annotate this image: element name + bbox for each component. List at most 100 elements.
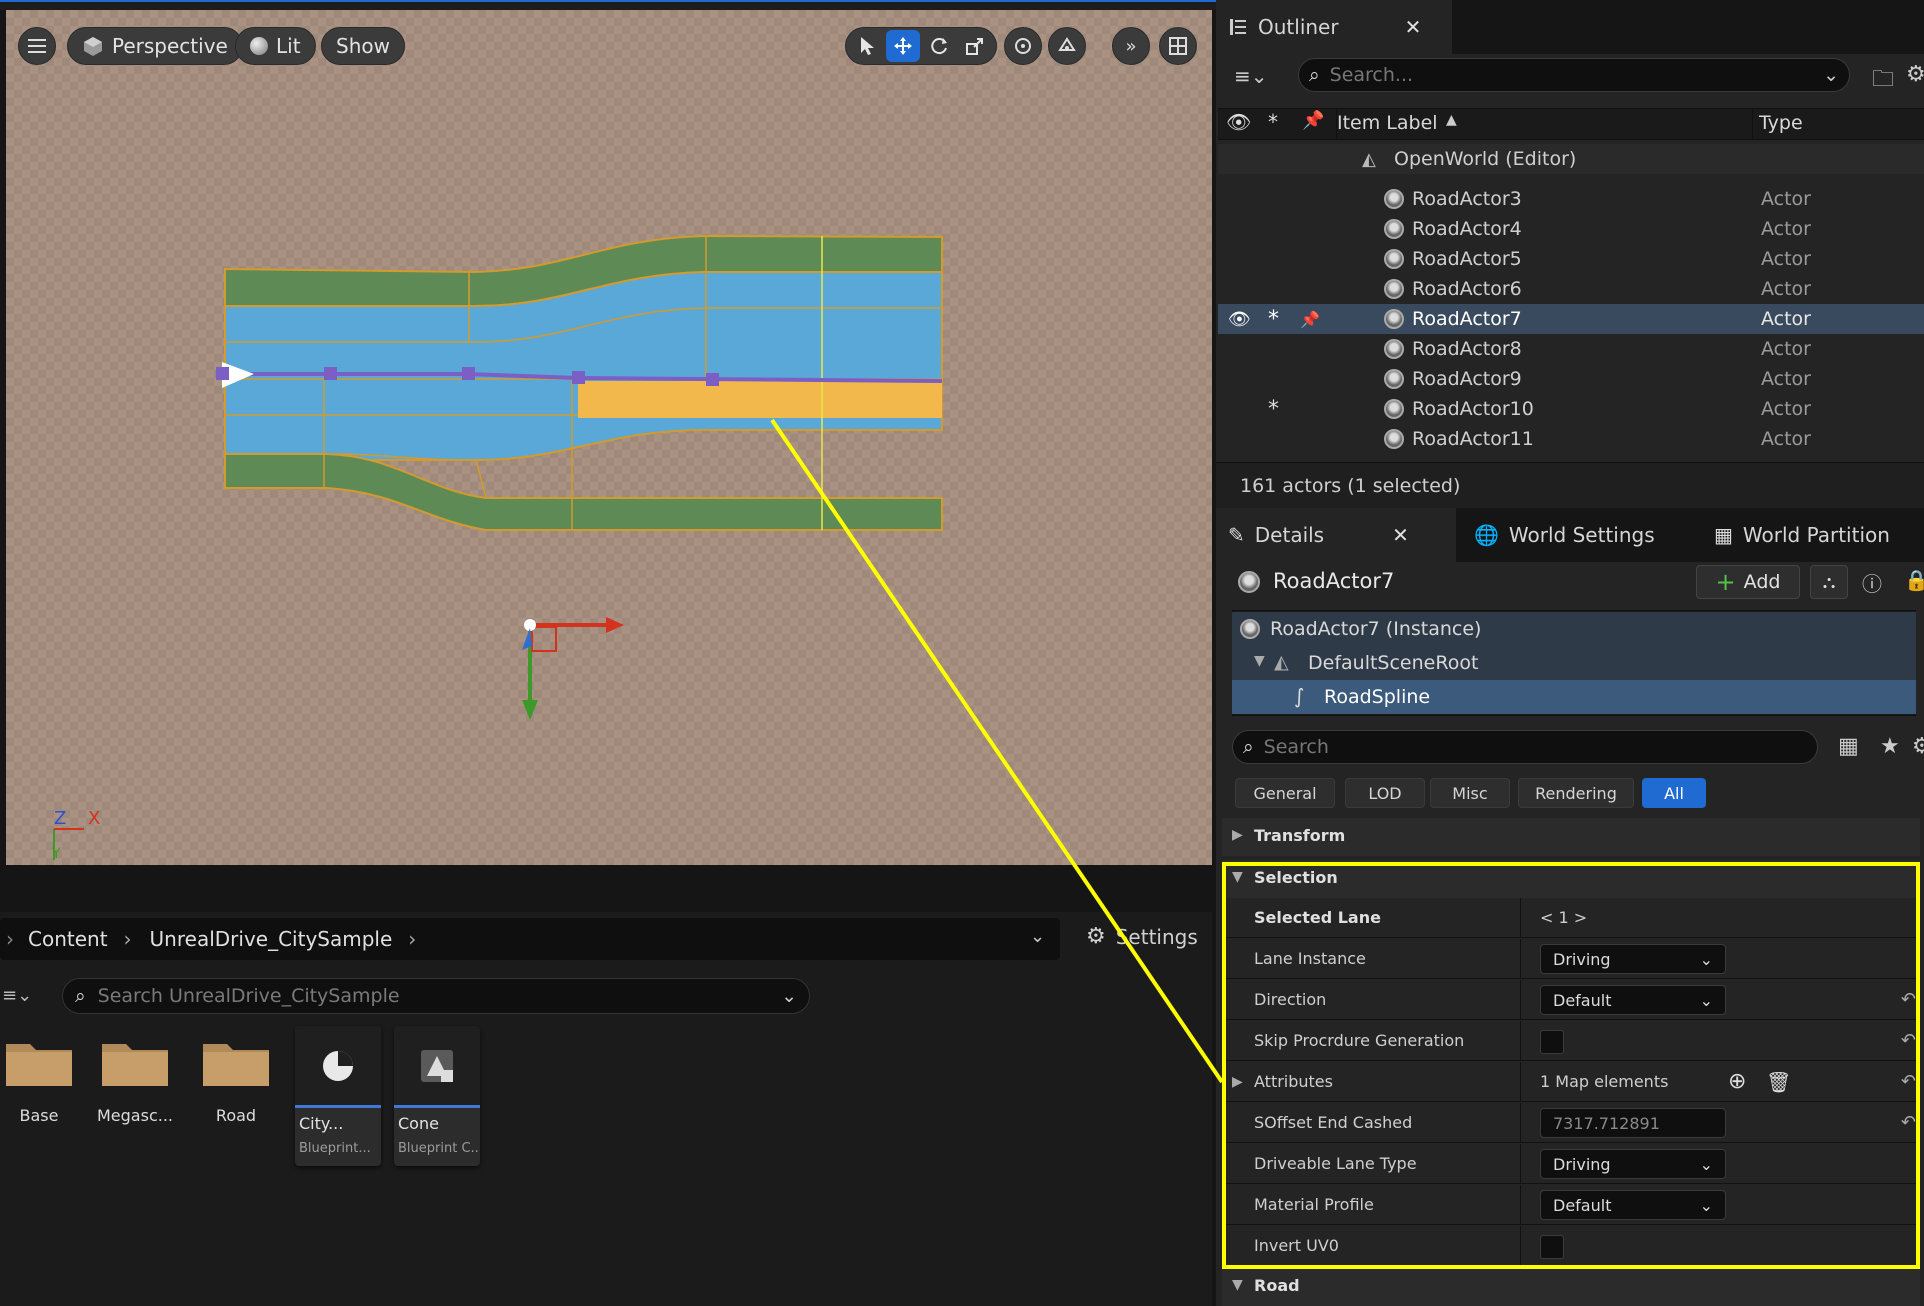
content-search-input[interactable]: ⌕ Search UnrealDrive_CitySample ⌄ (62, 978, 810, 1014)
folder-megascans[interactable]: Megasc... (92, 1024, 178, 1125)
outliner-row[interactable]: RoadActor5 Actor (1218, 244, 1924, 274)
outliner-row-selected[interactable]: 👁 * 📌 RoadActor7 Actor (1218, 304, 1924, 334)
folder-icon (6, 1044, 72, 1086)
tab-details[interactable]: ✎ Details ✕ (1216, 508, 1456, 562)
prop-invert-uv0: Invert UV0 (1222, 1226, 1920, 1266)
reset-arrow-icon[interactable]: ↶ (1901, 1030, 1916, 1051)
help-icon[interactable]: ⓘ (1862, 568, 1882, 597)
tab-outliner[interactable]: Outliner ✕ (1216, 0, 1452, 54)
outliner-filter-button[interactable]: ≡⌄ (1234, 64, 1268, 88)
lane-instance-combo[interactable]: Driving ⌄ (1540, 944, 1726, 974)
eye-icon[interactable]: 👁 (1228, 309, 1251, 330)
component-row-root[interactable]: ▼ ◭ DefaultSceneRoot (1232, 646, 1916, 680)
add-element-icon[interactable]: ⊕ (1728, 1069, 1746, 1094)
reset-arrow-icon[interactable]: ↶ (1901, 1071, 1916, 1092)
col-type[interactable]: Type (1759, 112, 1803, 134)
road-scene[interactable] (6, 10, 1212, 865)
pin-icon[interactable]: 📌 (1302, 110, 1324, 131)
outliner-row[interactable]: RoadActor3 Actor (1218, 184, 1924, 214)
filter-icon[interactable]: ≡⌄ (2, 985, 32, 1006)
star-icon[interactable]: ★ (1880, 734, 1900, 759)
details-search-input[interactable]: ⌕ Search (1232, 730, 1818, 764)
lane-stepper[interactable]: < 1 > (1540, 908, 1587, 927)
surface-snap-button[interactable] (1048, 27, 1086, 65)
outliner-row[interactable]: RoadActor6 Actor (1218, 274, 1924, 304)
chevron-right-icon: › (6, 927, 14, 951)
outliner-row[interactable]: * RoadActor10 Actor (1218, 394, 1924, 424)
breadcrumb-item-citysample[interactable]: UnrealDrive_CitySample › (150, 927, 417, 951)
outliner-search-input[interactable]: ⌕ Search... ⌄ (1298, 58, 1850, 92)
eye-icon[interactable]: 👁 (1226, 110, 1251, 134)
move-icon[interactable] (886, 30, 920, 62)
filter-misc[interactable]: Misc (1430, 778, 1510, 808)
snap-icon (1015, 38, 1031, 54)
direction-combo[interactable]: Default ⌄ (1540, 985, 1726, 1015)
triangle-down-icon[interactable]: ▼ (1254, 653, 1265, 669)
star-icon[interactable]: * (1268, 307, 1279, 332)
layout-button[interactable] (1159, 27, 1197, 65)
show-button[interactable]: Show (321, 27, 405, 65)
outliner-row[interactable]: RoadActor11 Actor (1218, 424, 1924, 454)
history-dropdown-icon[interactable]: ⌄ (1030, 926, 1045, 947)
asset-tile-city[interactable]: City... Blueprint... (295, 1026, 381, 1166)
perspective-button[interactable]: Perspective (67, 27, 243, 65)
world-row[interactable]: ◭ OpenWorld (Editor) (1218, 144, 1924, 174)
soffset-field[interactable]: 7317.712891 (1540, 1108, 1726, 1138)
rotate-icon[interactable] (922, 30, 956, 62)
driveable-combo[interactable]: Driving ⌄ (1540, 1149, 1726, 1179)
material-combo[interactable]: Default ⌄ (1540, 1190, 1726, 1220)
chevron-down-icon: ⌄ (1699, 1195, 1713, 1215)
pin-icon[interactable]: 📌 (1300, 310, 1320, 329)
actor-name[interactable]: RoadActor7 (1273, 569, 1394, 593)
reset-arrow-icon[interactable]: ↶ (1901, 1112, 1916, 1133)
scale-icon[interactable] (958, 30, 992, 62)
section-transform[interactable]: ▶ Transform (1222, 818, 1920, 856)
invert-uv0-checkbox[interactable] (1540, 1235, 1564, 1259)
close-icon[interactable]: ✕ (1392, 523, 1409, 547)
asset-tile-cone[interactable]: Cone Blueprint C... (394, 1026, 480, 1166)
lit-button[interactable]: Lit (235, 27, 316, 65)
folder-base[interactable]: Base (0, 1024, 82, 1125)
reset-arrow-icon[interactable]: ↶ (1901, 989, 1916, 1010)
section-road[interactable]: ▼ Road (1222, 1268, 1920, 1306)
expand-toolbar-button[interactable]: » (1112, 27, 1150, 65)
outliner-row[interactable]: RoadActor8 Actor (1218, 334, 1924, 364)
filter-general[interactable]: General (1235, 778, 1335, 808)
filter-all[interactable]: All (1642, 778, 1706, 808)
outliner-tabbar: Outliner ✕ (1216, 0, 1924, 54)
filter-rendering[interactable]: Rendering (1518, 778, 1634, 808)
close-icon[interactable]: ✕ (1405, 15, 1422, 39)
outliner-row[interactable]: RoadActor9 Actor (1218, 364, 1924, 394)
star-icon[interactable]: * (1268, 397, 1279, 422)
viewport-menu-button[interactable] (18, 27, 56, 65)
table-view-icon[interactable]: ▦ (1838, 734, 1859, 759)
col-item-label[interactable]: Item Label (1337, 112, 1438, 134)
snap-button[interactable] (1004, 27, 1042, 65)
level-viewport[interactable]: Z X Y Perspective Lit Show » (6, 10, 1212, 865)
gear-icon[interactable]: ⚙ (1912, 734, 1924, 759)
add-component-button[interactable]: + Add (1696, 565, 1800, 599)
folder-road[interactable]: Road (193, 1024, 279, 1125)
breadcrumb-item-content[interactable]: Content › (28, 927, 132, 951)
blueprint-button[interactable]: ⛬ (1810, 565, 1848, 599)
trash-icon[interactable]: 🗑 (1766, 1070, 1791, 1094)
filter-lod[interactable]: LOD (1345, 778, 1425, 808)
prop-material-profile: Material Profile Default ⌄ (1222, 1185, 1920, 1225)
lock-icon[interactable]: 🔒 (1904, 568, 1924, 592)
tab-world-partition[interactable]: ▦ World Partition (1702, 508, 1902, 562)
component-row-instance[interactable]: RoadActor7 (Instance) (1232, 612, 1916, 646)
star-icon[interactable]: * (1268, 110, 1278, 134)
outliner-row[interactable]: RoadActor4 Actor (1218, 214, 1924, 244)
triangle-right-icon[interactable]: ▶ (1232, 1074, 1243, 1090)
section-selection[interactable]: ▼ Selection (1222, 860, 1920, 898)
gear-icon[interactable]: ⚙ (1906, 62, 1924, 87)
component-row-spline[interactable]: ∫ RoadSpline (1232, 680, 1916, 714)
settings-button[interactable]: ⚙ Settings (1086, 924, 1198, 949)
pie-icon (323, 1050, 353, 1081)
skip-generation-checkbox[interactable] (1540, 1030, 1564, 1054)
select-icon[interactable] (850, 30, 884, 62)
tab-world-settings[interactable]: 🌐 World Settings (1462, 508, 1667, 562)
actor-icon (1384, 429, 1404, 449)
add-folder-icon[interactable]: 🗀 (1872, 62, 1894, 100)
actor-icon (1384, 339, 1404, 359)
